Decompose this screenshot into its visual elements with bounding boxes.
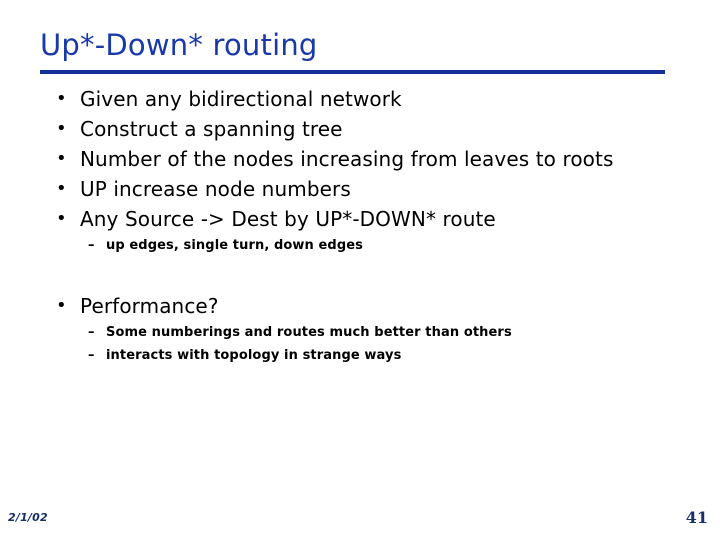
- bullet-item: • UP increase node numbers: [0, 174, 720, 204]
- bullet-item: • Performance?: [0, 291, 720, 321]
- bullet-marker-icon: •: [56, 295, 67, 316]
- bullet-text: Construct a spanning tree: [80, 117, 343, 141]
- bullet-item: • Given any bidirectional network: [0, 84, 720, 114]
- dash-marker-icon: –: [88, 348, 95, 363]
- slide-body: • Given any bidirectional network • Cons…: [0, 84, 720, 367]
- page-title: Up*-Down* routing: [40, 28, 318, 62]
- sub-bullet-text: up edges, single turn, down edges: [106, 238, 363, 253]
- sub-bullet-item: – up edges, single turn, down edges: [0, 234, 720, 257]
- bullet-marker-icon: •: [56, 88, 67, 109]
- bullet-marker-icon: •: [56, 118, 67, 139]
- slide-title-block: Up*-Down* routing: [40, 28, 670, 62]
- bullet-marker-icon: •: [56, 148, 67, 169]
- bullet-marker-icon: •: [56, 178, 67, 199]
- bullet-text: Any Source -> Dest by UP*-DOWN* route: [80, 207, 496, 231]
- dash-marker-icon: –: [88, 238, 95, 253]
- bullet-text: UP increase node numbers: [80, 177, 351, 201]
- title-underline-rule: [40, 70, 665, 74]
- dash-marker-icon: –: [88, 325, 95, 340]
- bullet-item: • Construct a spanning tree: [0, 114, 720, 144]
- footer-date: 2/1/02: [8, 511, 48, 524]
- sub-bullet-text: interacts with topology in strange ways: [106, 348, 402, 363]
- sub-bullet-item: – interacts with topology in strange way…: [0, 344, 720, 367]
- sub-bullet-text: Some numberings and routes much better t…: [106, 325, 512, 340]
- slide-canvas: Up*-Down* routing • Given any bidirectio…: [0, 0, 720, 540]
- bullet-item: • Any Source -> Dest by UP*-DOWN* route: [0, 204, 720, 234]
- bullet-text: Number of the nodes increasing from leav…: [80, 147, 614, 171]
- sub-bullet-item: – Some numberings and routes much better…: [0, 321, 720, 344]
- bullet-text: Performance?: [80, 294, 219, 318]
- slide-number: 41: [685, 508, 708, 527]
- bullet-marker-icon: •: [56, 208, 67, 229]
- bullet-item: • Number of the nodes increasing from le…: [0, 144, 720, 174]
- vertical-spacer: [0, 257, 720, 291]
- bullet-text: Given any bidirectional network: [80, 87, 402, 111]
